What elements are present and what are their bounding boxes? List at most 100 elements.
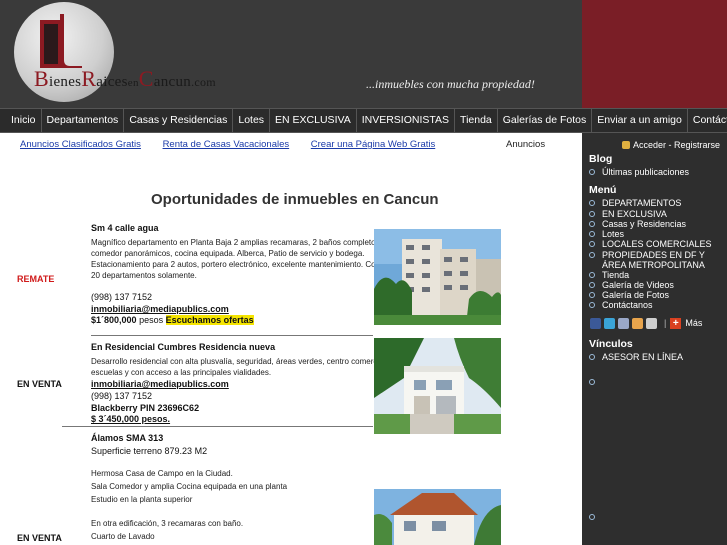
page: BienesRaicesenCancun.com ...inmuebles co… bbox=[0, 0, 727, 545]
nav-inversionistas[interactable]: INVERSIONISTAS bbox=[357, 109, 456, 132]
listing-item: Álamos SMA 313 Superficie terreno 879.23… bbox=[91, 433, 287, 543]
bullet-icon bbox=[589, 241, 595, 247]
listing-heading: En Residencial Cumbres Residencia nueva bbox=[91, 342, 276, 352]
listing-item: Sm 4 calle agua Magnífico departamento e… bbox=[91, 223, 409, 326]
bullet-icon bbox=[589, 221, 595, 227]
listing-desc-line: En otra edificación, 3 recamaras con bañ… bbox=[91, 519, 244, 528]
nav-lotes[interactable]: Lotes bbox=[233, 109, 271, 132]
link-crear-pagina[interactable]: Crear una Página Web Gratis bbox=[311, 139, 435, 150]
blog-title: Blog bbox=[589, 153, 613, 165]
sidebar-item-en-exclusiva[interactable]: EN EXCLUSIVA bbox=[589, 209, 667, 219]
nav-tienda[interactable]: Tienda bbox=[455, 109, 498, 132]
sidebar-item-propiedades-df[interactable]: PROPIEDADES EN DF Y bbox=[589, 250, 705, 260]
listing-desc-line: Cuarto de Lavado bbox=[91, 532, 155, 541]
listing-photo[interactable] bbox=[374, 338, 501, 434]
lock-icon bbox=[622, 141, 630, 149]
nav-en-exclusiva[interactable]: EN EXCLUSIVA bbox=[270, 109, 357, 132]
listing-desc-line: Desarrollo residencial con alta plusvalí… bbox=[91, 357, 421, 366]
nav-casas-residencias[interactable]: Casas y Residencias bbox=[124, 109, 234, 132]
listing-desc-line: Estacionamiento para 2 autos, portero el… bbox=[91, 260, 409, 269]
email-icon[interactable] bbox=[618, 317, 629, 329]
facebook-icon[interactable] bbox=[590, 317, 601, 329]
listing-photo[interactable] bbox=[374, 229, 501, 325]
listing-desc-line: comedor panorámicos, cocina equipada. Al… bbox=[91, 249, 365, 258]
bullet-icon bbox=[589, 252, 595, 258]
links-title: Vínculos bbox=[589, 338, 633, 350]
sidebar: Acceder - Registrarse Blog Últimas publi… bbox=[582, 133, 727, 545]
listing-price: $ 3´450,000 pesos. bbox=[91, 414, 171, 424]
listing-status: EN VENTA bbox=[17, 533, 62, 543]
main-nav: Inicio Departamentos Casas y Residencias… bbox=[0, 108, 727, 133]
header-accent-panel bbox=[582, 0, 727, 108]
listing-status: REMATE bbox=[17, 274, 55, 284]
listing-divider bbox=[91, 335, 373, 336]
bullet-icon bbox=[589, 292, 595, 298]
listing-email[interactable]: inmobiliaria@mediapublics.com bbox=[91, 304, 229, 314]
sidebar-item-ultimas-publicaciones[interactable]: Últimas publicaciones bbox=[589, 167, 689, 177]
listing-heading: Álamos SMA 313 bbox=[91, 433, 164, 443]
sidebar-item-casas-residencias[interactable]: Casas y Residencias bbox=[589, 219, 686, 229]
login-link[interactable]: Acceder - Registrarse bbox=[622, 140, 720, 150]
bullet-icon bbox=[589, 514, 595, 520]
sidebar-item-lotes[interactable]: Lotes bbox=[589, 229, 624, 239]
nav-departamentos[interactable]: Departamentos bbox=[42, 109, 125, 132]
listing-desc-line: Sala Comedor y amplia Cocina equipada en… bbox=[91, 482, 288, 491]
main-content: Anuncios Clasificados Gratis Renta de Ca… bbox=[0, 133, 582, 545]
bullet-icon bbox=[589, 354, 595, 360]
listing-item: En Residencial Cumbres Residencia nueva … bbox=[91, 342, 421, 425]
listing-desc-line bbox=[91, 506, 287, 517]
plus-icon[interactable]: + bbox=[670, 317, 682, 329]
site-tagline: ...inmuebles con mucha propiedad! bbox=[366, 77, 535, 91]
bullet-icon bbox=[589, 282, 595, 288]
logo-mark-icon bbox=[40, 14, 82, 68]
listing-email[interactable]: inmobiliaria@mediapublics.com bbox=[91, 379, 229, 389]
listing-divider bbox=[62, 426, 373, 427]
listing-status: EN VENTA bbox=[17, 379, 62, 389]
listing-desc-line: Hermosa Casa de Campo en la Ciudad. bbox=[91, 469, 233, 478]
listing-desc-line: Estudio en la planta superior bbox=[91, 495, 193, 504]
twitter-icon[interactable] bbox=[604, 317, 615, 329]
sidebar-item-propiedades-df-cont[interactable]: ÁREA METROPOLITANA bbox=[589, 260, 705, 270]
bullet-icon bbox=[589, 231, 595, 237]
menu-title: Menú bbox=[589, 184, 617, 196]
nav-contactanos[interactable]: Contáctanos bbox=[688, 109, 727, 132]
offers-highlight: Escuchamos ofertas bbox=[165, 315, 254, 325]
sidebar-item-galeria-fotos[interactable]: Galería de Fotos bbox=[589, 290, 669, 300]
sidebar-item-tienda[interactable]: Tienda bbox=[589, 270, 629, 280]
print-icon[interactable] bbox=[646, 317, 657, 329]
ad-links: Anuncios Clasificados Gratis Renta de Ca… bbox=[20, 139, 454, 150]
share-more-link[interactable]: Más bbox=[685, 318, 702, 328]
sidebar-item-asesor-en-linea[interactable]: ASESOR EN LÍNEA bbox=[589, 352, 683, 362]
listing-subheading: Superficie terreno 879.23 M2 bbox=[91, 446, 208, 456]
bullet-icon bbox=[589, 379, 595, 385]
listing-desc-line: Magnífico departamento en Planta Baja 2 … bbox=[91, 238, 399, 247]
sidebar-item-departamentos[interactable]: DEPARTAMENTOS bbox=[589, 198, 681, 208]
listing-phone: (998) 137 7152 bbox=[91, 391, 153, 401]
share-bar: | + Más bbox=[590, 317, 702, 329]
bullet-icon bbox=[589, 211, 595, 217]
listing-pin: Blackberry PIN 23696C62 bbox=[91, 403, 200, 413]
bullet-icon bbox=[589, 302, 595, 308]
link-renta-casas[interactable]: Renta de Casas Vacacionales bbox=[163, 139, 290, 150]
listing-photo[interactable] bbox=[374, 489, 501, 545]
ads-label: Anuncios bbox=[506, 139, 546, 150]
listing-heading: Sm 4 calle agua bbox=[91, 223, 159, 233]
nav-enviar-amigo[interactable]: Enviar a un amigo bbox=[592, 109, 688, 132]
share-divider: | bbox=[664, 318, 667, 328]
listing-desc-line: 20 departamentos solamente. bbox=[91, 271, 197, 280]
sidebar-item-locales-comerciales[interactable]: LOCALES COMERCIALES bbox=[589, 239, 712, 249]
listing-price: $1´800,000 pesos Escuchamos ofertas bbox=[91, 315, 254, 325]
bullet-icon bbox=[589, 169, 595, 175]
bookmark-icon[interactable] bbox=[632, 317, 643, 329]
page-title: Oportunidades de inmuebles en Cancun bbox=[151, 191, 439, 208]
listing-phone: (998) 137 7152 bbox=[91, 292, 153, 302]
nav-galerias-fotos[interactable]: Galerías de Fotos bbox=[498, 109, 593, 132]
logo-text[interactable]: BienesRaicesenCancun.com bbox=[34, 66, 216, 92]
link-anuncios-clasificados[interactable]: Anuncios Clasificados Gratis bbox=[20, 139, 141, 150]
bullet-icon bbox=[589, 272, 595, 278]
sidebar-item-galeria-videos[interactable]: Galería de Videos bbox=[589, 280, 674, 290]
sidebar-item-contactanos[interactable]: Contáctanos bbox=[589, 300, 653, 310]
nav-inicio[interactable]: Inicio bbox=[0, 109, 42, 132]
bullet-icon bbox=[589, 200, 595, 206]
listing-desc-line: escuelas y con acceso a las principales … bbox=[91, 368, 272, 377]
